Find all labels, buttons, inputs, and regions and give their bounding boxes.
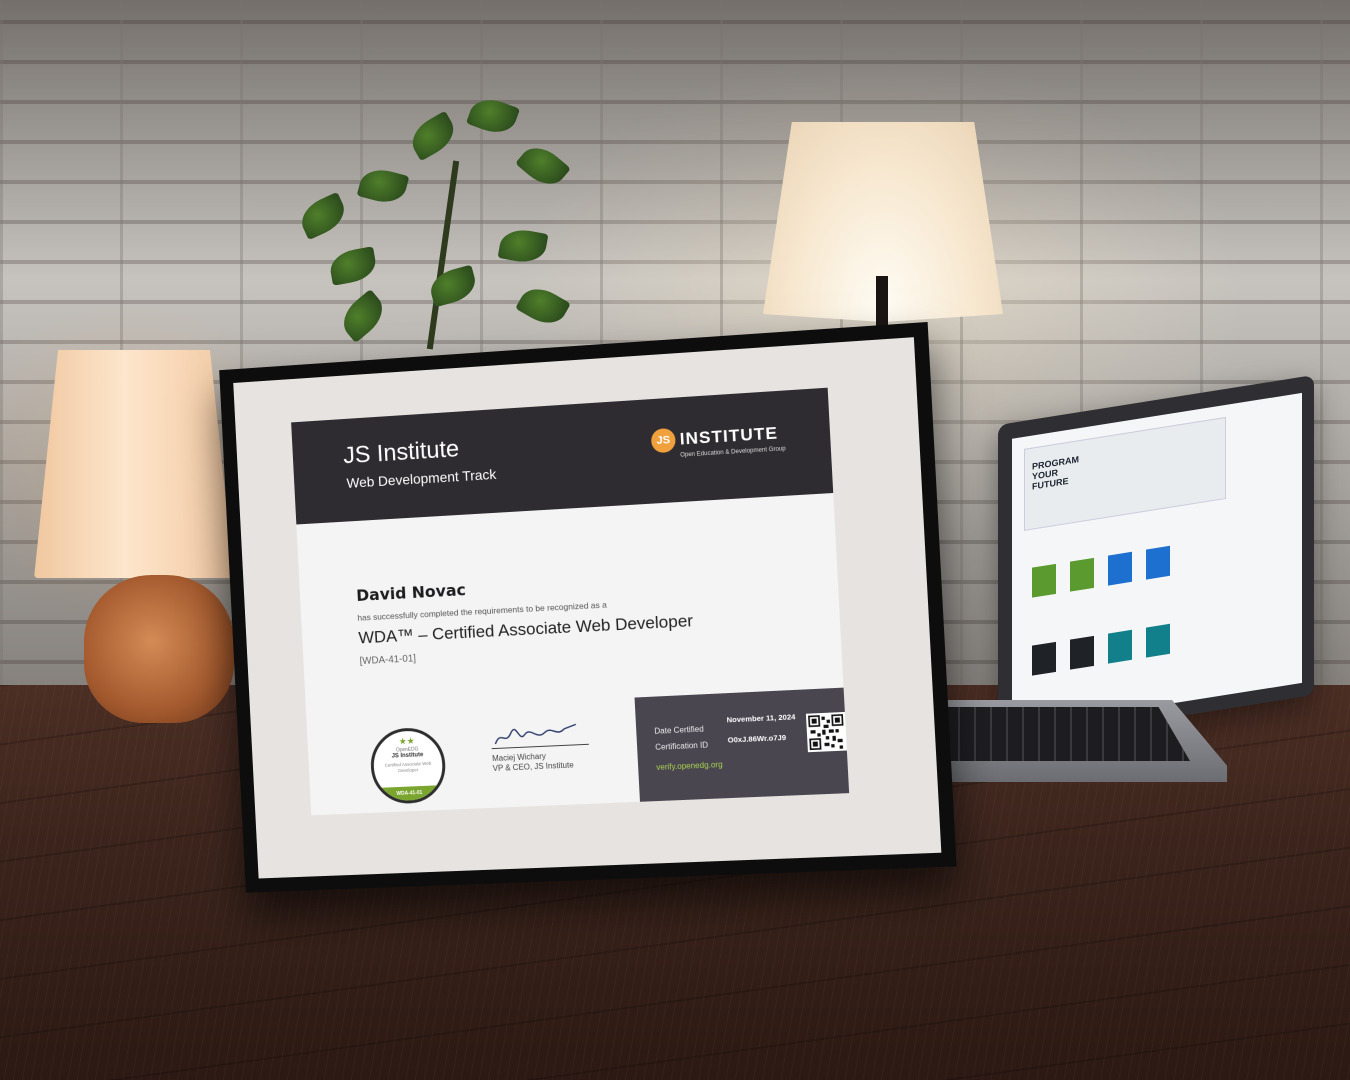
certificate-header: JS Institute Web Development Track JS IN… (291, 387, 834, 525)
photo-scene: PROGRAM YOUR FUTURE JS Institute Web Dev… (0, 0, 1350, 1080)
date-value: November 11, 2024 (726, 712, 796, 725)
seal-code: WDA-41-01 (374, 785, 445, 802)
qr-code-icon (805, 711, 847, 753)
course-tile (1032, 641, 1056, 676)
brand-badge-icon: JS (650, 427, 676, 454)
course-tile (1146, 623, 1170, 658)
certificate-frame: JS Institute Web Development Track JS IN… (219, 321, 957, 893)
brand-logo: JS INSTITUTE Open Education & Developmen… (650, 421, 786, 461)
id-value: O0xJ.86Wr.o7J9 (727, 732, 787, 745)
date-label: Date Certified (654, 724, 704, 736)
course-tile (1108, 629, 1132, 664)
laptop-keyboard (928, 707, 1190, 761)
recipient-name: David Novac (355, 580, 467, 605)
id-label: Certification ID (655, 740, 709, 752)
org-title: JS Institute (342, 435, 460, 470)
course-tile (1146, 545, 1170, 580)
course-tile (1032, 563, 1056, 598)
frame-mat: JS Institute Web Development Track JS IN… (233, 337, 942, 879)
certificate: JS Institute Web Development Track JS IN… (291, 387, 850, 816)
laptop-display: PROGRAM YOUR FUTURE (1012, 392, 1302, 729)
signer-role: VP & CEO, JS Institute (492, 760, 574, 773)
brand-name: INSTITUTE (679, 423, 779, 449)
table-lamp-base (84, 575, 234, 723)
course-tile (1070, 635, 1094, 670)
verify-link[interactable]: verify.openedg.org (656, 760, 723, 773)
verification-box: Date Certified November 11, 2024 Certifi… (634, 687, 850, 802)
certification-code: [WDA-41-01] (359, 653, 417, 668)
certification-seal: ★★ OpenEDG JS Institute Certified Associ… (369, 726, 448, 805)
seal-cert-text: Certified Associate Web Developer (384, 760, 432, 774)
course-tile (1108, 551, 1132, 586)
track-name: Web Development Track (346, 465, 497, 491)
table-lamp-shade (34, 350, 234, 578)
course-tile (1070, 557, 1094, 592)
laptop-screen: PROGRAM YOUR FUTURE (998, 374, 1314, 746)
